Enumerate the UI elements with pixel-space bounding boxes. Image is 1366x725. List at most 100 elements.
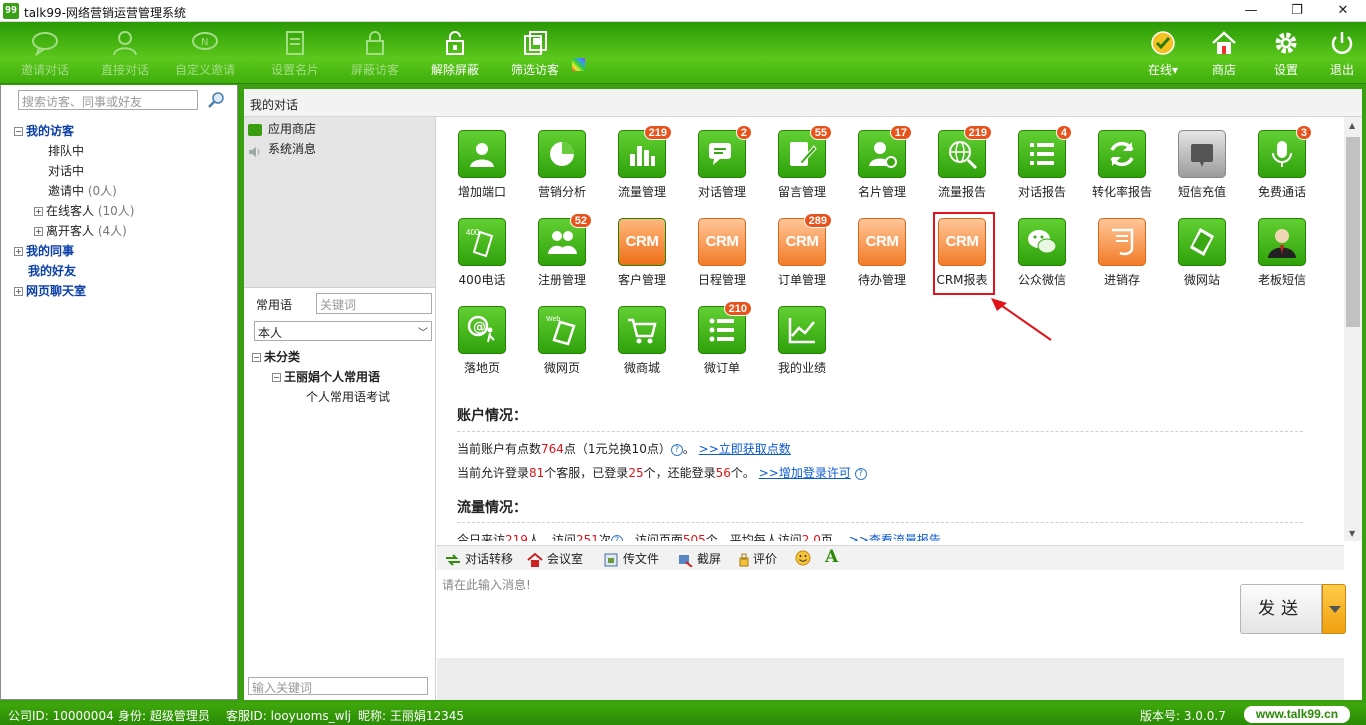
font-style-icon[interactable]: A: [825, 548, 838, 566]
unblock-button[interactable]: 解除屏蔽: [418, 28, 492, 80]
expand-icon[interactable]: +: [14, 287, 23, 296]
main-scrollbar[interactable]: ▲ ▼: [1344, 117, 1362, 541]
brand-logo: www.talk99.cn: [1244, 706, 1350, 723]
app-tile[interactable]: CRM 客户管理: [602, 218, 682, 304]
system-message-item[interactable]: 系统消息: [248, 139, 434, 159]
close-button[interactable]: ✕: [1320, 0, 1366, 22]
avg-value: 2.0: [801, 533, 821, 541]
scroll-up-icon[interactable]: ▲: [1349, 121, 1355, 130]
tree-my-visitors[interactable]: − 我的访客: [14, 122, 74, 140]
unlock-icon: [440, 30, 470, 58]
collapse-icon[interactable]: −: [272, 373, 281, 382]
app-tile[interactable]: 转化率报告: [1082, 130, 1162, 216]
app-tile[interactable]: 219 流量管理: [602, 125, 682, 216]
window-title: talk99-网络营销运营管理系统: [24, 6, 186, 20]
search-icon[interactable]: [206, 91, 226, 109]
app-tile[interactable]: CRM 289 订单管理: [762, 213, 842, 304]
app-tile[interactable]: 营销分析: [522, 130, 602, 216]
expand-icon[interactable]: +: [34, 207, 43, 216]
lock-icon: [360, 30, 390, 58]
text: 页。: [820, 533, 845, 541]
help-icon[interactable]: ?: [670, 443, 683, 456]
app-tile[interactable]: CRM 待办管理: [842, 218, 922, 304]
notification-badge: 210: [723, 301, 752, 316]
scroll-down-icon[interactable]: ▼: [1349, 529, 1355, 538]
app-tile[interactable]: 老板短信: [1242, 218, 1322, 304]
app-tile[interactable]: 219 流量报告: [922, 125, 1002, 216]
tree-webchat[interactable]: + 网页聊天室: [14, 282, 86, 300]
notification-badge: 17: [889, 125, 912, 140]
exit-button[interactable]: 退出: [1318, 28, 1366, 80]
app-tile[interactable]: 55 留言管理: [762, 125, 842, 216]
svg-text:@: @: [473, 320, 486, 335]
app-store-item[interactable]: 应用商店: [248, 119, 434, 139]
collapse-icon[interactable]: −: [252, 353, 261, 362]
help-icon[interactable]: ?: [610, 534, 623, 541]
app-tile[interactable]: 400 400电话: [442, 218, 522, 304]
settings-button[interactable]: 设置: [1258, 28, 1314, 80]
collapse-icon[interactable]: −: [14, 127, 23, 136]
app-tile[interactable]: 微网站: [1162, 218, 1242, 304]
app-tile[interactable]: @ 落地页: [442, 306, 522, 392]
invite-chat-button[interactable]: 邀请对话: [8, 28, 82, 80]
filter-visitor-button[interactable]: 筛选访客: [498, 28, 572, 80]
pages-value: 505: [682, 533, 706, 541]
online-status-button[interactable]: 在线▾: [1130, 28, 1196, 80]
app-tile[interactable]: 微商城: [602, 306, 682, 392]
app-tile[interactable]: 210 微订单: [682, 301, 762, 392]
help-icon[interactable]: ?: [854, 467, 867, 480]
user-role: 身份: 超级管理员: [118, 709, 210, 723]
emoji-button[interactable]: [795, 550, 811, 568]
set-card-button[interactable]: 设置名片: [258, 28, 332, 80]
traffic-report-link[interactable]: >>查看流量报告: [849, 533, 941, 541]
rating-button[interactable]: 评价: [739, 550, 777, 568]
app-tile[interactable]: CRM 日程管理: [682, 218, 762, 304]
tree-queue[interactable]: 排队中: [48, 142, 84, 160]
expand-icon[interactable]: +: [14, 247, 23, 256]
send-file-button[interactable]: 传文件: [603, 550, 659, 568]
transfer-button[interactable]: 对话转移: [445, 550, 513, 568]
message-composer[interactable]: 请在此输入消息!: [437, 570, 1344, 658]
custom-invite-button[interactable]: N 自定义邀请: [168, 28, 242, 80]
phrase-owner-select[interactable]: 本人 ﹀: [254, 321, 432, 341]
app-tile[interactable]: 短信充值: [1162, 130, 1242, 216]
phrase-uncat[interactable]: − 未分类: [252, 348, 300, 365]
phrase-keyword-input[interactable]: 关键词: [316, 293, 432, 314]
app-tile[interactable]: 17 名片管理: [842, 125, 922, 216]
tree-colleagues[interactable]: + 我的同事: [14, 242, 74, 260]
scrollbar-thumb[interactable]: [1346, 137, 1360, 327]
expand-icon[interactable]: +: [34, 227, 43, 236]
block-visitor-button[interactable]: 屏蔽访客: [338, 28, 412, 80]
app-tile[interactable]: 进销存: [1082, 218, 1162, 304]
screenshot-button[interactable]: 截屏: [677, 550, 721, 568]
shop-button[interactable]: 商店: [1196, 28, 1252, 80]
app-tile[interactable]: 增加端口: [442, 130, 522, 216]
phrase-group[interactable]: − 王丽娟个人常用语: [272, 368, 380, 385]
tree-inviting[interactable]: 邀请中 (0人): [48, 182, 117, 200]
send-options-dropdown[interactable]: [1322, 584, 1346, 634]
app-tile[interactable]: 52 注册管理: [522, 213, 602, 304]
tree-online-guests[interactable]: + 在线客人 (10人): [34, 202, 134, 220]
maximize-button[interactable]: ❐: [1274, 0, 1320, 22]
app-tile[interactable]: 公众微信: [1002, 218, 1082, 304]
color-palette-icon[interactable]: [572, 58, 585, 71]
settings-label: 设置: [1273, 63, 1298, 77]
app-tile[interactable]: 我的业绩: [762, 306, 842, 392]
search-input[interactable]: 搜索访客、同事或好友: [18, 90, 198, 110]
app-tile[interactable]: Web 微网页: [522, 306, 602, 392]
app-tile[interactable]: 2 对话管理: [682, 125, 762, 216]
tree-friends[interactable]: 我的好友: [28, 262, 76, 280]
tree-left-guests[interactable]: + 离开客人 (4人): [34, 222, 127, 240]
minimize-button[interactable]: —: [1228, 0, 1274, 22]
get-points-link[interactable]: >>立即获取点数: [699, 442, 791, 456]
app-tile[interactable]: 3 免费通话: [1242, 125, 1322, 216]
app-tile[interactable]: 4 对话报告: [1002, 125, 1082, 216]
direct-chat-button[interactable]: 直接对话: [88, 28, 162, 80]
send-button[interactable]: 发送: [1240, 584, 1322, 634]
add-license-link[interactable]: >>增加登录许可: [759, 466, 851, 480]
meeting-button[interactable]: 会议室: [527, 550, 583, 568]
phrase-search-input[interactable]: 输入关键词: [248, 677, 428, 695]
phrases-panel: 常用语 关键词 本人 ﹀ − 未分类 − 王丽娟个人常用语 个人常用语考试 输入关键词: [244, 287, 436, 700]
tree-talking[interactable]: 对话中: [48, 162, 84, 180]
phrase-item[interactable]: 个人常用语考试: [306, 388, 390, 405]
